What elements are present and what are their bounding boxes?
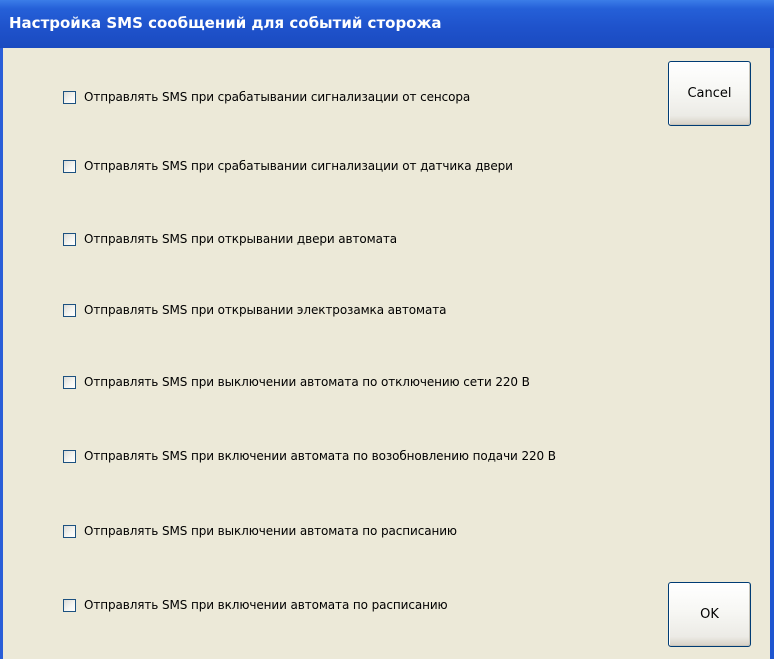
option-label: Отправлять SMS при срабатывании сигнализ… — [84, 159, 513, 173]
option-door-opened[interactable]: Отправлять SMS при открывании двери авто… — [63, 230, 397, 248]
option-label: Отправлять SMS при выключении автомата п… — [84, 375, 530, 389]
checkbox[interactable] — [63, 449, 76, 463]
option-label: Отправлять SMS при открывании двери авто… — [84, 232, 398, 246]
checkbox[interactable] — [63, 303, 76, 317]
option-door-sensor-alarm[interactable]: Отправлять SMS при срабатывании сигнализ… — [63, 157, 513, 175]
window-left-border — [0, 48, 3, 659]
option-label: Отправлять SMS при включении автомата по… — [84, 449, 556, 463]
checkbox[interactable] — [63, 524, 76, 538]
checkbox[interactable] — [63, 232, 76, 246]
window-right-border — [770, 48, 774, 659]
checkbox[interactable] — [63, 159, 76, 173]
window-title: Настройка SMS сообщений для событий стор… — [9, 14, 442, 32]
option-scheduled-off[interactable]: Отправлять SMS при выключении автомата п… — [63, 522, 457, 540]
cancel-button[interactable]: Cancel — [668, 61, 751, 126]
option-label: Отправлять SMS при включении автомата по… — [84, 598, 448, 612]
checkbox[interactable] — [63, 90, 76, 104]
option-scheduled-on[interactable]: Отправлять SMS при включении автомата по… — [63, 596, 448, 614]
sms-settings-dialog: Настройка SMS сообщений для событий стор… — [0, 0, 774, 659]
option-power-restored[interactable]: Отправлять SMS при включении автомата по… — [63, 447, 556, 465]
ok-button[interactable]: OK — [668, 582, 751, 647]
option-label: Отправлять SMS при срабатывании сигнализ… — [84, 90, 471, 104]
option-electric-lock-opened[interactable]: Отправлять SMS при открывании электрозам… — [63, 301, 446, 319]
checkbox[interactable] — [63, 598, 76, 612]
option-power-off[interactable]: Отправлять SMS при выключении автомата п… — [63, 373, 530, 391]
option-label: Отправлять SMS при выключении автомата п… — [84, 524, 457, 538]
option-label: Отправлять SMS при открывании электрозам… — [84, 303, 447, 317]
option-sensor-alarm[interactable]: Отправлять SMS при срабатывании сигнализ… — [63, 88, 470, 106]
checkbox[interactable] — [63, 375, 76, 389]
title-bar[interactable]: Настройка SMS сообщений для событий стор… — [0, 0, 774, 48]
